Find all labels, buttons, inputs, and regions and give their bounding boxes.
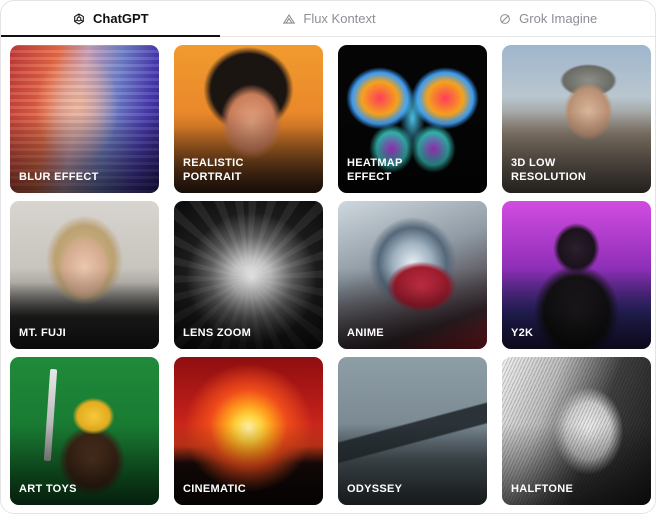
style-label: BLUR EFFECT (19, 171, 99, 183)
style-label: ART TOYS (19, 483, 77, 495)
style-card-lens-zoom[interactable]: LENS ZOOM (174, 201, 323, 349)
style-card-3d-low-resolution[interactable]: 3D LOW RESOLUTION (502, 45, 651, 193)
style-card-mt-fuji[interactable]: MT. FUJI (10, 201, 159, 349)
tab-grok-imagine[interactable]: Grok Imagine (438, 1, 655, 36)
style-card-art-toys[interactable]: ART TOYS (10, 357, 159, 505)
style-label: CINEMATIC (183, 483, 246, 495)
style-card-realistic-portrait[interactable]: REALISTIC PORTRAIT (174, 45, 323, 193)
style-label: MT. FUJI (19, 327, 67, 339)
tab-chatgpt[interactable]: ChatGPT (1, 1, 220, 37)
style-grid: BLUR EFFECT REALISTIC PORTRAIT HEATMAP E… (10, 45, 651, 505)
style-card-heatmap-effect[interactable]: HEATMAP EFFECT (338, 45, 487, 193)
style-label: HALFTONE (511, 483, 574, 495)
style-card-halftone[interactable]: HALFTONE (502, 357, 651, 505)
style-card-anime[interactable]: ANIME (338, 201, 487, 349)
style-label: Y2K (511, 327, 534, 339)
openai-icon (72, 12, 86, 26)
style-label: ANIME (347, 327, 384, 339)
style-card-odyssey[interactable]: ODYSSEY (338, 357, 487, 505)
style-card-blur-effect[interactable]: BLUR EFFECT (10, 45, 159, 193)
style-picker-panel: ChatGPT Flux Kontext Grok Imagine BLUR E… (0, 0, 656, 514)
tab-chatgpt-label: ChatGPT (93, 11, 149, 26)
tab-flux-kontext[interactable]: Flux Kontext (220, 1, 439, 36)
style-card-cinematic[interactable]: CINEMATIC (174, 357, 323, 505)
model-tabs: ChatGPT Flux Kontext Grok Imagine (1, 1, 655, 37)
style-label: HEATMAP EFFECT (347, 157, 403, 183)
tab-grok-imagine-label: Grok Imagine (519, 11, 598, 26)
style-label: ODYSSEY (347, 483, 403, 495)
grok-icon (498, 12, 512, 26)
flux-icon (282, 12, 296, 26)
style-card-y2k[interactable]: Y2K (502, 201, 651, 349)
tab-flux-kontext-label: Flux Kontext (303, 11, 376, 26)
style-label: REALISTIC PORTRAIT (183, 157, 244, 183)
style-label: 3D LOW RESOLUTION (511, 157, 587, 183)
style-label: LENS ZOOM (183, 327, 252, 339)
